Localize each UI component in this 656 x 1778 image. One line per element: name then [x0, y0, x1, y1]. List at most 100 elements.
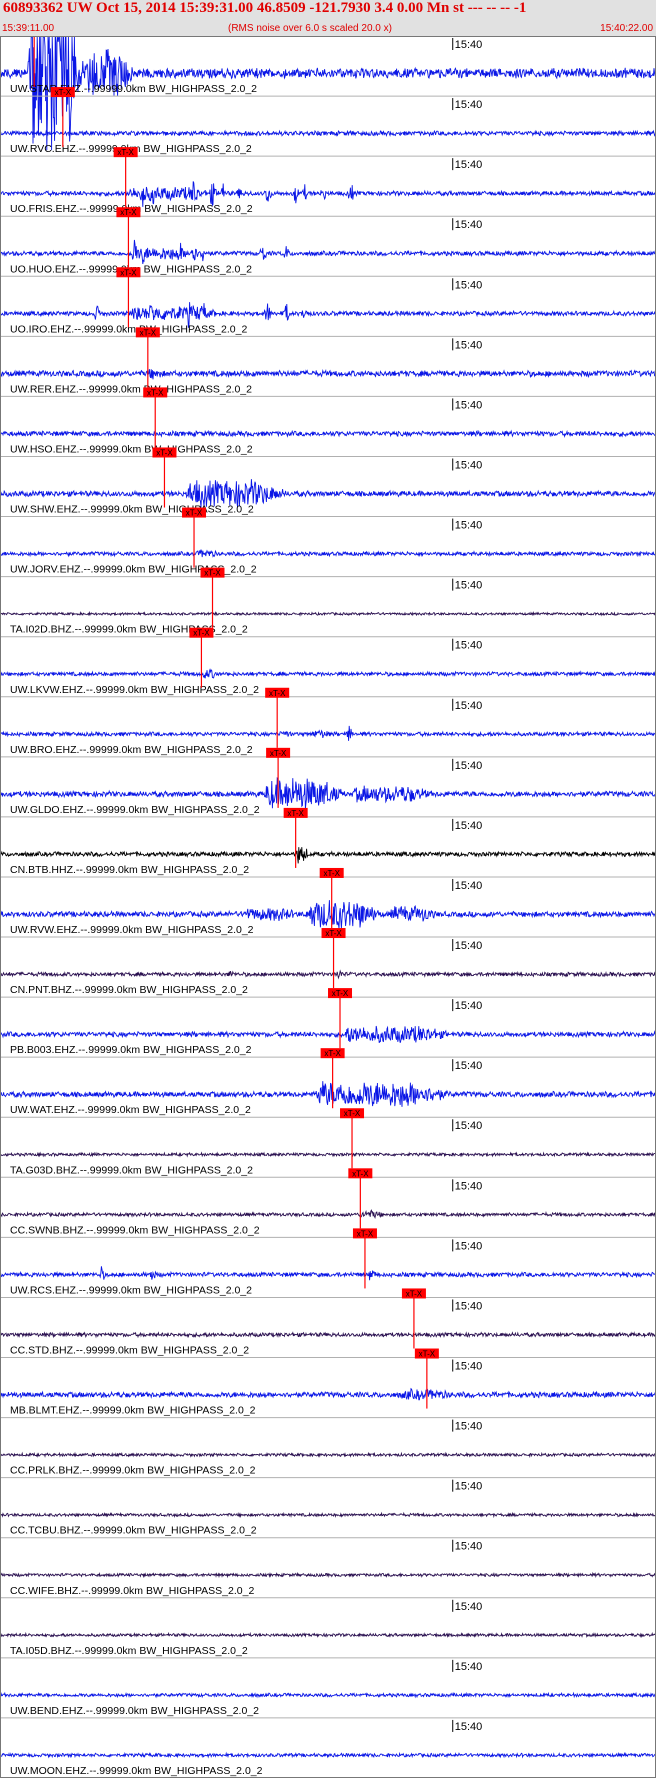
- trace-row: 15:40UO.HUO.EHZ.--.99999.0km BW_HIGHPASS…: [0, 207, 656, 275]
- minute-tick-label: 15:40: [455, 880, 483, 892]
- trace-row: 15:40UO.IRO.EHZ.--.99999.0km BW_HIGHPASS…: [0, 267, 656, 335]
- minute-tick-label: 15:40: [455, 520, 483, 532]
- trace-row: 15:40 UW.MOON.EHZ.--.99999.0km BW_HIGHPAS…: [0, 1717, 656, 1777]
- minute-tick-label: 15:40: [455, 279, 483, 291]
- trace-row: 15:40 UW.BRO.EHZ.--.99999.0km BW_HIGHPASS…: [0, 687, 656, 756]
- pick-label: xT-X: [269, 689, 286, 698]
- waveform-trace: [0, 969, 656, 980]
- minute-tick-label: 15:40: [455, 1000, 483, 1012]
- waveform-trace: [0, 239, 656, 264]
- pick-label: xT-X: [352, 1169, 369, 1178]
- trace-row: 15:40 UW.RER.EHZ.--.99999.0km BW_HIGHPASS…: [0, 327, 656, 395]
- station-label: CC.TCBU.BHZ.--.99999.0km BW_HIGHPASS_2.0…: [10, 1525, 257, 1537]
- station-label: TA.I05D.BHZ.--.99999.0km BW_HIGHPASS_2.0…: [10, 1645, 248, 1657]
- trace-row: 15:40 TA.I05D.BHZ.--.99999.0km BW_HIGHPAS…: [0, 1597, 656, 1657]
- waveform-trace: [0, 129, 656, 138]
- minute-tick-label: 15:40: [455, 1361, 483, 1373]
- pick-label: xT-X: [186, 509, 203, 518]
- minute-tick-label: 15:40: [455, 820, 483, 832]
- trace-row: 15:40 UW.LKVW.EHZ.--.99999.0km BW_HIGHPAS…: [0, 627, 656, 696]
- minute-tick-label: 15:40: [455, 1421, 483, 1433]
- station-label: TA.G03D.BHZ.--.99999.0km BW_HIGHPASS_2.0…: [10, 1164, 253, 1176]
- time-end-label: 15:40:22.00: [600, 23, 653, 34]
- waveform-trace: [0, 1751, 656, 1759]
- station-label: UW.LKVW.EHZ.--.99999.0km BW_HIGHPASS_2.0…: [10, 684, 259, 696]
- station-label: UW.WAT.EHZ.--.99999.0km BW_HIGHPASS_2.0_…: [10, 1104, 251, 1116]
- station-label: CC.PRLK.BHZ.--.99999.0km BW_HIGHPASS_2.0…: [10, 1465, 256, 1477]
- pick-label: xT-X: [287, 809, 304, 818]
- pick-label: xT-X: [193, 629, 210, 638]
- seismogram-plot: 15:40 UW.STAR.EHZ.--.99999.0km BW_HIGHPAS…: [0, 36, 656, 1778]
- trace-row: 15:40TA.I02D.BHZ.--.99999.0km BW_HIGHPAS…: [0, 567, 656, 636]
- waveform-trace: [0, 1081, 656, 1107]
- pick-label: xT-X: [332, 989, 349, 998]
- pick-label: xT-X: [204, 569, 221, 578]
- pick-label: xT-X: [419, 1350, 436, 1359]
- minute-tick-label: 15:40: [455, 1180, 483, 1192]
- pick-label: xT-X: [324, 1049, 341, 1058]
- pick-label: xT-X: [325, 929, 342, 938]
- station-label: MB.BLMT.EHZ.--.99999.0km BW_HIGHPASS_2.0…: [10, 1405, 256, 1417]
- station-label: UW.RER.EHZ.--.99999.0km BW_HIGHPASS_2.0_…: [10, 383, 252, 395]
- waveform-trace: [0, 1631, 656, 1639]
- minute-tick-label: 15:40: [455, 219, 483, 231]
- pick-label: xT-X: [357, 1229, 374, 1238]
- minute-tick-label: 15:40: [455, 1721, 483, 1733]
- minute-tick-label: 15:40: [455, 1120, 483, 1132]
- waveform-trace: [0, 369, 656, 380]
- trace-row: 15:40 CC.WIFE.BHZ.--.99999.0km BW_HIGHPAS…: [0, 1537, 656, 1597]
- trace-row: 15:40 CC.TCBU.BHZ.--.99999.0km BW_HIGHPAS…: [0, 1477, 656, 1537]
- trace-row: 15:40UW.JORV.EHZ.--.99999.0km BW_HIGHPAS…: [0, 507, 656, 576]
- pick-label: xT-X: [270, 749, 287, 758]
- minute-tick-label: 15:40: [455, 1601, 483, 1613]
- pick-label: xT-X: [156, 448, 173, 457]
- station-label: UW.HSO.EHZ.--.99999.0km BW_HIGHPASS_2.0_…: [10, 443, 253, 455]
- station-label: UW.RVW.EHZ.--.99999.0km BW_HIGHPASS_2.0_…: [10, 924, 254, 936]
- pick-label: xT-X: [120, 268, 137, 277]
- minute-tick-label: 15:40: [455, 940, 483, 952]
- waveform-trace: [0, 1151, 656, 1158]
- trace-row: 15:40 UW.BEND.EHZ.--.99999.0km BW_HIGHPAS…: [0, 1657, 656, 1717]
- waveform-trace: [0, 1387, 656, 1401]
- trace-row: 15:40 CC.STD.BHZ.--.99999.0km BW_HIGHPASS…: [0, 1288, 656, 1357]
- pick-label: xT-X: [323, 869, 340, 878]
- waveform-trace: [0, 668, 656, 679]
- station-label: CC.STD.BHZ.--.99999.0km BW_HIGHPASS_2.0_…: [10, 1345, 249, 1357]
- waveform-trace: [0, 1025, 656, 1043]
- minute-tick-label: 15:40: [455, 1300, 483, 1312]
- trace-row: 15:40 UW.SHW.EHZ.--.99999.0km BW_HIGHPASS…: [0, 447, 656, 516]
- waveform-trace: [0, 1331, 656, 1339]
- pick-label: xT-X: [140, 328, 157, 337]
- plot-header: 60893362 UW Oct 15, 2014 15:39:31.00 46.…: [0, 0, 656, 37]
- minute-tick-label: 15:40: [455, 1541, 483, 1553]
- minute-tick-label: 15:40: [455, 159, 483, 171]
- pick-label: xT-X: [120, 208, 137, 217]
- minute-tick-label: 15:40: [455, 580, 483, 592]
- trace-row: 15:40 CN.PNT.BHZ.--.99999.0km BW_HIGHPASS…: [0, 928, 656, 996]
- station-label: UW.SHW.EHZ.--.99999.0km BW_HIGHPASS_2.0_…: [10, 504, 254, 516]
- minute-tick-label: 15:40: [455, 399, 483, 411]
- waveform-trace: [0, 725, 656, 741]
- station-label: CC.WIFE.BHZ.--.99999.0km BW_HIGHPASS_2.0…: [10, 1585, 254, 1597]
- waveform-trace: [0, 1209, 656, 1219]
- station-label: CN.BTB.HHZ.--.99999.0km BW_HIGHPASS_2.0_…: [10, 864, 249, 876]
- waveform-trace: [0, 1266, 656, 1281]
- waveform-trace: [0, 1571, 656, 1579]
- trace-row: 15:40 MB.BLMT.EHZ.--.99999.0km BW_HIGHPAS…: [0, 1348, 656, 1417]
- minute-tick-label: 15:40: [455, 1060, 483, 1072]
- trace-row: 15:40 CC.PRLK.BHZ.--.99999.0km BW_HIGHPAS…: [0, 1417, 656, 1477]
- minute-tick-label: 15:40: [455, 700, 483, 712]
- station-label: UW.RCS.EHZ.--.99999.0km BW_HIGHPASS_2.0_…: [10, 1284, 252, 1296]
- waveform-trace: [0, 610, 656, 617]
- trace-row: 15:40UO.FRIS.EHZ.--.99999.0km BW_HIGHPAS…: [0, 147, 656, 215]
- trace-row: 15:40 PB.B003.EHZ.--.99999.0km BW_HIGHPAS…: [0, 988, 656, 1056]
- station-label: CC.SWNB.BHZ.--.99999.0km BW_HIGHPASS_2.0…: [10, 1224, 260, 1236]
- waveform-trace: [0, 1691, 656, 1699]
- minute-tick-label: 15:40: [455, 1240, 483, 1252]
- pick-label: xT-X: [55, 88, 72, 97]
- station-label: UW.GLDO.EHZ.--.99999.0km BW_HIGHPASS_2.0…: [10, 804, 260, 816]
- waveform-trace: [0, 1451, 656, 1459]
- pick-label: xT-X: [344, 1109, 361, 1118]
- minute-tick-label: 15:40: [455, 339, 483, 351]
- station-label: UW.MOON.EHZ.--.99999.0km BW_HIGHPASS_2.0…: [10, 1765, 263, 1777]
